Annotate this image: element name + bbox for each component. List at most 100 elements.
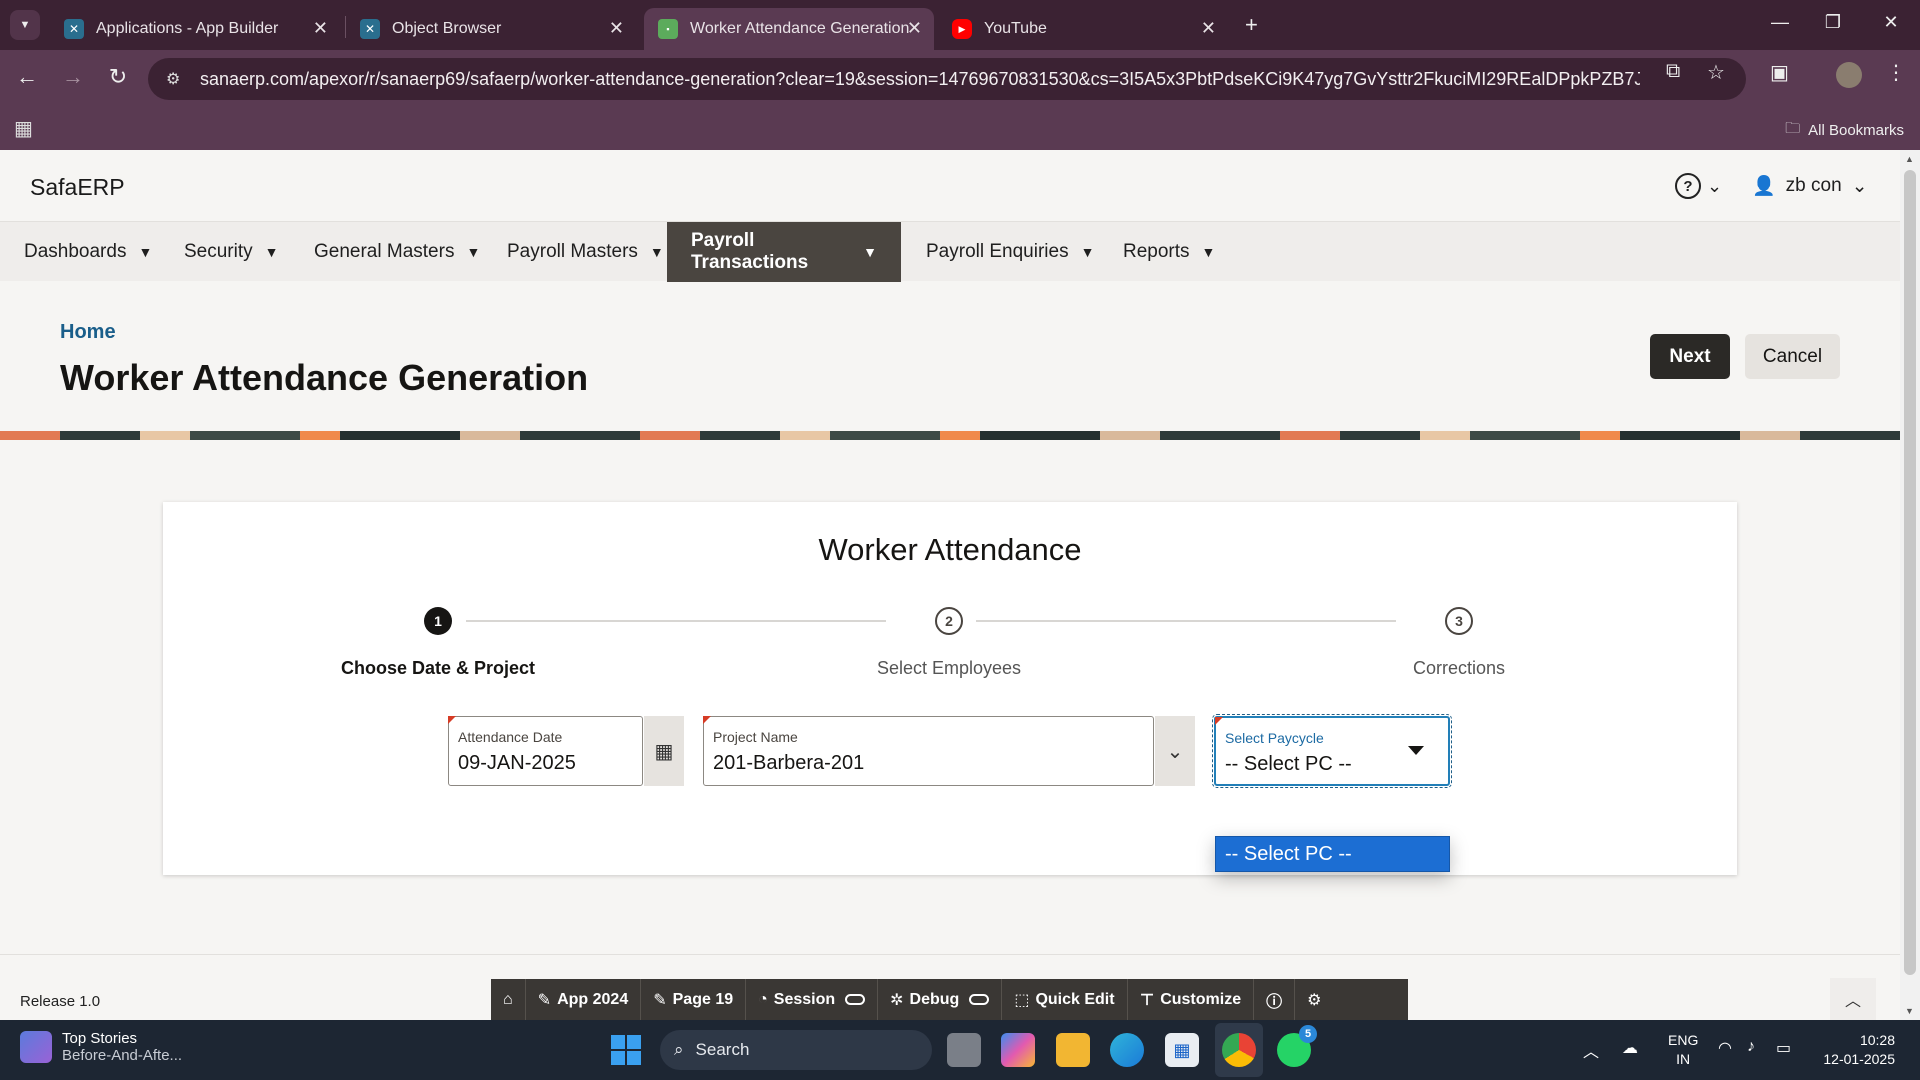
bookmark-star-icon[interactable]: ☆ (1707, 60, 1725, 85)
quick-edit-button[interactable]: ⬚ Quick Edit (1002, 979, 1128, 1020)
profile-avatar[interactable] (1836, 62, 1862, 88)
copilot-icon[interactable] (1001, 1033, 1035, 1067)
attendance-date-field[interactable]: Attendance Date 09-JAN-2025 (448, 716, 643, 786)
reload-icon[interactable]: ↻ (103, 64, 133, 90)
paycycle-option[interactable]: -- Select PC -- (1215, 836, 1450, 872)
debug-button[interactable]: ✲ Debug (878, 979, 1003, 1020)
tray-overflow-icon[interactable]: ︿ (1583, 1038, 1599, 1062)
apps-grid-icon[interactable]: ▦ (14, 116, 33, 141)
settings-button[interactable]: ⚙ (1295, 979, 1333, 1020)
menu-payroll-transactions[interactable]: Payroll Transactions ▼ (667, 222, 901, 282)
news-subtitle: Before-And-Afte... (62, 1047, 183, 1064)
info-button[interactable]: ⓘ (1254, 979, 1296, 1020)
start-button[interactable] (611, 1035, 641, 1065)
edge-icon[interactable] (1110, 1033, 1144, 1067)
decorative-banner (0, 431, 1900, 440)
whatsapp-icon[interactable]: 5 (1277, 1025, 1317, 1067)
app-label: App 2024 (557, 990, 629, 1008)
cancel-button[interactable]: Cancel (1745, 334, 1840, 379)
file-explorer-icon[interactable] (1056, 1033, 1090, 1067)
caret-down-icon: ▼ (138, 244, 153, 260)
site-info-icon[interactable]: ⚙ (166, 69, 186, 89)
tab-title: Worker Attendance Generation (690, 20, 910, 37)
scroll-down-icon[interactable]: ▼ (1905, 1006, 1914, 1016)
address-bar[interactable]: ⚙ sanaerp.com/apexor/r/sanaerp69/safaerp… (148, 58, 1746, 100)
system-clock[interactable]: 10:28 12-01-2025 (1815, 1031, 1895, 1069)
task-view-icon[interactable] (947, 1033, 981, 1067)
step-3-indicator: 3 (1445, 607, 1473, 635)
step-1-label: Choose Date & Project (340, 658, 536, 678)
close-window-icon[interactable]: ✕ (1876, 12, 1906, 33)
caret-down-icon (1408, 746, 1424, 755)
breadcrumb-home[interactable]: Home (60, 321, 116, 344)
close-icon[interactable]: ✕ (313, 18, 328, 39)
quick-edit-label: Quick Edit (1035, 990, 1115, 1008)
help-icon: ? (1675, 173, 1701, 199)
back-icon[interactable]: ← (12, 64, 42, 90)
info-icon: ⓘ (1266, 993, 1283, 1011)
wizard-card: Worker Attendance 1 2 3 Choose Date & Pr… (163, 502, 1737, 875)
news-title: Top Stories (62, 1030, 138, 1047)
restore-icon[interactable]: ❐ (1818, 12, 1848, 33)
more-menu-icon[interactable]: ⋮ (1886, 60, 1906, 85)
menu-general-masters[interactable]: General Masters ▼ (290, 222, 504, 282)
close-icon[interactable]: ✕ (1201, 18, 1216, 39)
volume-icon[interactable]: ♪ (1747, 1038, 1755, 1056)
scrollbar-thumb[interactable] (1904, 170, 1916, 975)
forward-icon[interactable]: → (58, 64, 88, 90)
all-bookmarks[interactable]: 🗀 All Bookmarks (1785, 118, 1904, 143)
menu-dashboards[interactable]: Dashboards ▼ (0, 222, 176, 282)
news-widget[interactable]: Top Stories Before-And-Afte... (20, 1030, 182, 1064)
tab-youtube[interactable]: ▶ YouTube ✕ (938, 8, 1228, 50)
battery-icon[interactable]: ▭ (1776, 1038, 1791, 1058)
edit-icon: ✎ (537, 991, 552, 1009)
tab-app-builder[interactable]: ✕ Applications - App Builder ✕ (50, 8, 340, 50)
next-button[interactable]: Next (1650, 334, 1730, 379)
tab-object-browser[interactable]: ✕ Object Browser ✕ (346, 8, 636, 50)
close-icon[interactable]: ✕ (609, 18, 624, 39)
menu-security[interactable]: Security ▼ (160, 222, 303, 282)
customize-button[interactable]: ⊤ Customize (1128, 979, 1255, 1020)
paycycle-select[interactable]: Select Paycycle -- Select PC -- (1212, 714, 1452, 788)
taskbar-search[interactable]: ⌕ Search (660, 1030, 932, 1070)
language-indicator[interactable]: ENG IN (1668, 1031, 1698, 1069)
menu-reports[interactable]: Reports ▼ (1099, 222, 1239, 282)
page-scrollbar[interactable]: ▲ ▼ (1900, 150, 1920, 1020)
extensions-icon[interactable]: ▣ (1770, 60, 1789, 85)
apex-icon: ✕ (64, 19, 84, 39)
app-button[interactable]: ✎ App 2024 (526, 979, 642, 1020)
wizard-title: Worker Attendance (818, 532, 1082, 567)
scroll-up-icon[interactable]: ▲ (1905, 154, 1914, 164)
onedrive-icon[interactable]: ☁ (1622, 1038, 1638, 1058)
scroll-to-top-button[interactable]: ︿ (1830, 978, 1876, 1020)
close-icon[interactable]: ✕ (907, 18, 922, 39)
store-icon[interactable]: ▦ (1165, 1033, 1199, 1067)
chrome-icon[interactable] (1222, 1033, 1256, 1067)
user-name: zb con (1785, 175, 1842, 196)
field-value: 09-JAN-2025 (458, 752, 576, 774)
home-button[interactable]: ⌂ (491, 979, 526, 1020)
caret-down-icon: ▼ (1080, 244, 1095, 260)
help-menu[interactable]: ? ⌄ (1675, 173, 1722, 199)
tab-worker-attendance[interactable]: ▪ Worker Attendance Generation ✕ (644, 8, 934, 50)
menu-payroll-enquiries[interactable]: Payroll Enquiries ▼ (902, 222, 1118, 282)
tab-search-button[interactable]: ▼ (10, 10, 40, 40)
app-brand[interactable]: SafaERP (30, 174, 125, 201)
calendar-icon[interactable]: ▦ (644, 716, 684, 786)
session-button[interactable]: ◔ Session (746, 979, 879, 1020)
user-menu[interactable]: 👤 zb con ⌄ (1752, 174, 1868, 198)
debug-label: Debug (909, 990, 960, 1008)
menu-label: General Masters (314, 241, 455, 262)
project-name-field[interactable]: Project Name 201-Barbera-201 (703, 716, 1154, 786)
new-tab-icon[interactable]: + (1245, 12, 1258, 38)
apex-icon: ✕ (360, 19, 380, 39)
session-label: Session (773, 990, 836, 1008)
menu-payroll-masters[interactable]: Payroll Masters ▼ (483, 222, 688, 282)
step-2-label: Select Employees (876, 658, 1022, 678)
open-external-icon[interactable]: ⧉ (1666, 60, 1680, 83)
wifi-icon[interactable]: ◠ (1718, 1038, 1732, 1058)
minimize-icon[interactable]: — (1765, 12, 1795, 33)
page-button[interactable]: ✎ Page 19 (641, 979, 747, 1020)
search-placeholder: Search (695, 1040, 750, 1059)
chevron-down-icon[interactable]: ⌄ (1155, 716, 1195, 786)
